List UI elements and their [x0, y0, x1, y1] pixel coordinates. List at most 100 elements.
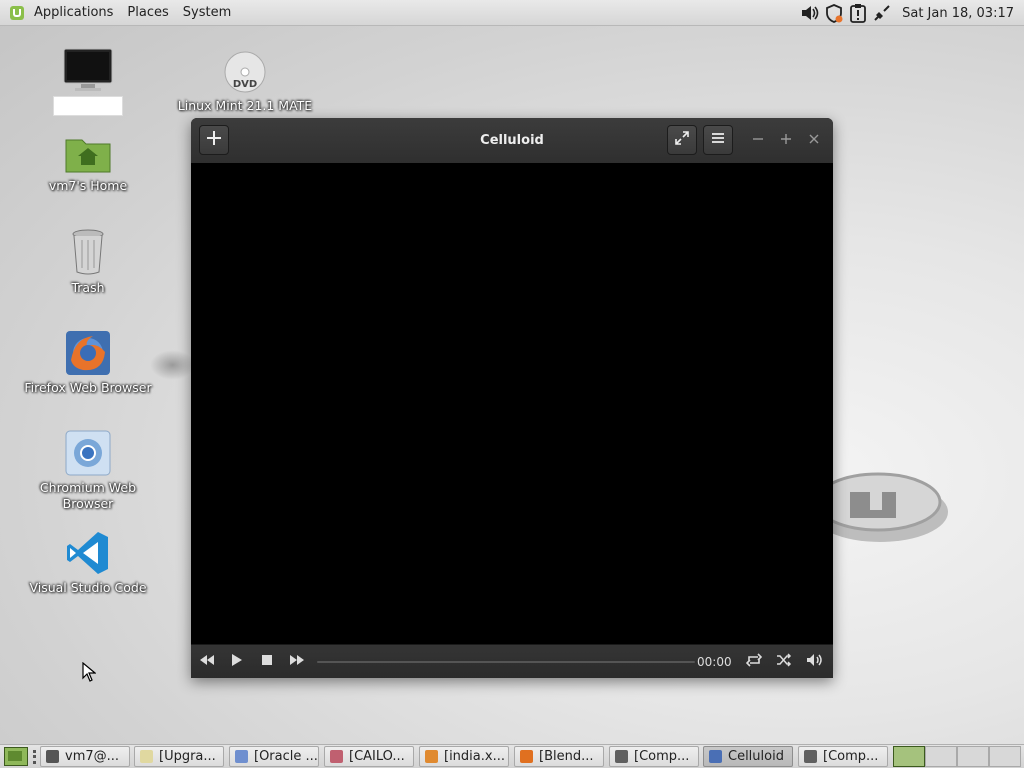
show-desktop-button[interactable]	[4, 747, 28, 766]
main-menu-button[interactable]	[703, 125, 733, 155]
home-folder-icon	[64, 134, 112, 174]
desktop-icon-trash[interactable]: Trash	[18, 228, 158, 296]
window-icon	[330, 750, 343, 763]
taskbar-item-label: [india.x...	[444, 749, 505, 764]
desktop-icon-firefox[interactable]: Firefox Web Browser	[18, 330, 158, 396]
taskbar-item-label: [Blend...	[539, 749, 594, 764]
celluloid-window[interactable]: Celluloid 00:00	[191, 118, 833, 678]
vscode-icon	[65, 530, 111, 576]
seek-bar[interactable]	[317, 661, 695, 663]
taskbar-item[interactable]: [Comp...	[609, 746, 699, 767]
clock[interactable]: Sat Jan 18, 03:17	[902, 6, 1014, 21]
plus-icon	[206, 130, 222, 150]
close-button[interactable]	[805, 131, 823, 149]
shuffle-button[interactable]	[774, 652, 794, 672]
open-button[interactable]	[199, 125, 229, 155]
window-icon	[804, 750, 817, 763]
time-label: 00:00	[697, 655, 732, 669]
video-area[interactable]	[191, 163, 833, 644]
window-headerbar[interactable]: Celluloid	[191, 118, 833, 164]
window-title: Celluloid	[480, 133, 544, 148]
window-icon	[615, 750, 628, 763]
menu-system[interactable]: System	[176, 5, 238, 20]
taskbar-item[interactable]: vm7@...	[40, 746, 130, 767]
stop-button[interactable]	[257, 652, 277, 672]
playback-controls: 00:00	[191, 644, 833, 678]
forward-button[interactable]	[287, 652, 307, 672]
window-icon	[520, 750, 533, 763]
taskbar-item[interactable]: [CAILO...	[324, 746, 414, 767]
taskbar-item-label: Celluloid	[728, 749, 784, 764]
desktop-icon-vscode[interactable]: Visual Studio Code	[18, 530, 158, 596]
workspace-4[interactable]	[989, 746, 1021, 767]
rewind-button[interactable]	[197, 652, 217, 672]
desktop-icon-label: Trash	[71, 280, 105, 295]
taskbar-item-label: [Comp...	[823, 749, 879, 764]
taskbar-item[interactable]: [Blend...	[514, 746, 604, 767]
volume-icon	[806, 653, 824, 671]
taskbar-item-label: [Comp...	[634, 749, 690, 764]
desktop-icon-label-selected	[53, 96, 123, 116]
shield-update-icon[interactable]	[824, 3, 844, 23]
menu-places[interactable]: Places	[120, 5, 175, 20]
window-icon	[235, 750, 248, 763]
show-desktop-icon	[8, 751, 22, 761]
stop-icon	[261, 654, 273, 670]
taskbar-item-label: vm7@...	[65, 749, 120, 764]
dvd-icon: DVD	[223, 50, 267, 94]
menu-applications[interactable]: Applications	[27, 5, 120, 20]
window-icon	[46, 750, 59, 763]
close-icon	[808, 130, 820, 149]
taskbar-item[interactable]: Celluloid	[703, 746, 793, 767]
clipboard-alert-icon[interactable]	[848, 3, 868, 23]
taskbar-item-label: [Upgra...	[159, 749, 216, 764]
window-icon	[140, 750, 153, 763]
mint-menu-icon[interactable]	[10, 5, 24, 20]
repeat-icon	[745, 653, 763, 671]
taskbar-item[interactable]: [Oracle ...	[229, 746, 319, 767]
system-tray: Sat Jan 18, 03:17	[798, 0, 1024, 26]
maximize-icon	[780, 130, 792, 149]
workspace-3[interactable]	[957, 746, 989, 767]
window-icon	[709, 750, 722, 763]
volume-button[interactable]	[805, 652, 825, 672]
shuffle-icon	[776, 653, 792, 671]
taskbar-item[interactable]: [india.x...	[419, 746, 509, 767]
rewind-icon	[199, 654, 215, 670]
taskbar-item-label: [Oracle ...	[254, 749, 318, 764]
maximize-button[interactable]	[777, 131, 795, 149]
fullscreen-icon	[674, 130, 690, 150]
desktop-icon-home[interactable]: vm7's Home	[18, 134, 158, 194]
desktop-icon-chromium[interactable]: Chromium Web Browser	[18, 430, 158, 512]
chromium-icon	[65, 430, 111, 476]
desktop-icon-computer[interactable]	[18, 48, 158, 116]
svg-text:DVD: DVD	[233, 79, 257, 90]
desktop-icon-label: Linux Mint 21.1 MATE	[177, 98, 313, 113]
play-icon	[231, 653, 243, 671]
loop-button[interactable]	[744, 652, 764, 672]
workspace-1[interactable]	[893, 746, 925, 767]
workspace-2[interactable]	[925, 746, 957, 767]
minimize-button[interactable]	[749, 131, 767, 149]
wallpaper-shadow	[150, 350, 195, 380]
taskbar-item[interactable]: [Comp...	[798, 746, 888, 767]
desktop-icon-label: vm7's Home	[48, 178, 128, 193]
mouse-cursor-icon	[82, 661, 97, 686]
desktop-icon-label: Firefox Web Browser	[24, 380, 152, 395]
top-panel: Applications Places System Sat Jan 18, 0…	[0, 0, 1024, 26]
window-icon	[425, 750, 438, 763]
fullscreen-button[interactable]	[667, 125, 697, 155]
volume-icon[interactable]	[800, 3, 820, 23]
desktop-icon-label: Visual Studio Code	[29, 580, 147, 595]
taskbar-item-label: [CAILO...	[349, 749, 405, 764]
taskbar-item[interactable]: [Upgra...	[134, 746, 224, 767]
monitor-icon	[63, 48, 113, 94]
network-icon[interactable]	[872, 3, 892, 23]
panel-handle[interactable]	[33, 750, 39, 764]
desktop-icon-dvd[interactable]: DVD Linux Mint 21.1 MATE	[175, 50, 315, 114]
fast-forward-icon	[289, 654, 305, 670]
bottom-panel: vm7@... [Upgra... [Oracle ... [CAILO... [ind…	[0, 744, 1024, 768]
play-button[interactable]	[227, 652, 247, 672]
desktop-icon-label: Chromium Web Browser	[39, 480, 137, 511]
hamburger-icon	[711, 132, 725, 148]
